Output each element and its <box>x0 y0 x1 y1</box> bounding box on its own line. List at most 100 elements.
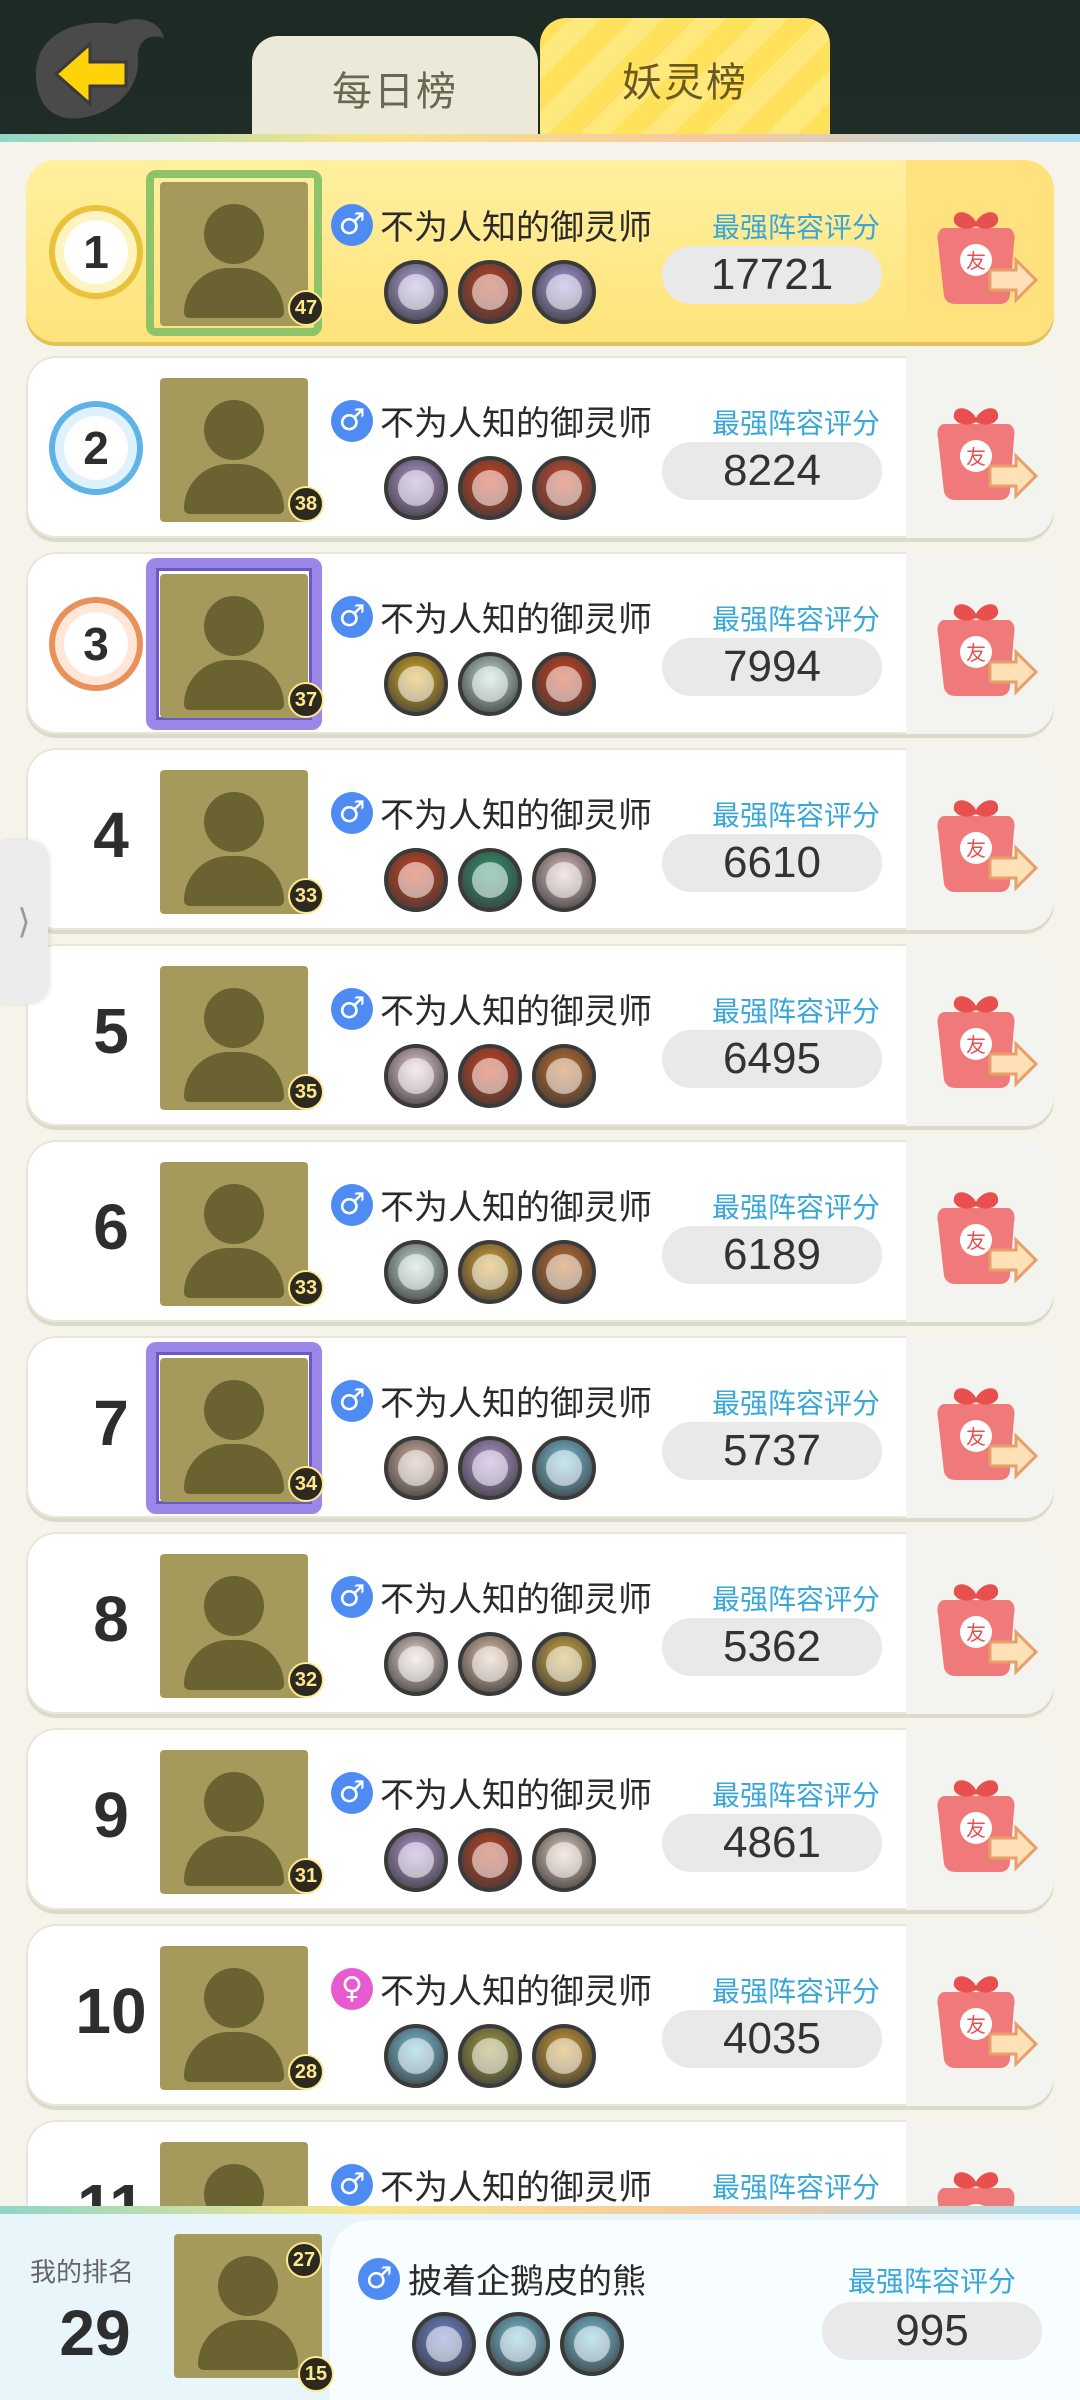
player-avatar[interactable] <box>160 1162 308 1306</box>
rank-row[interactable]: 2 38 ♂ 不为人知的御灵师 最强阵容评分 8224 友 <box>26 356 1054 538</box>
pet-avatar-icon[interactable] <box>384 848 448 912</box>
tab-spirit[interactable]: 妖灵榜 <box>540 18 830 140</box>
rank-row[interactable]: 6 33 ♂ 不为人知的御灵师 最强阵容评分 6189 友 <box>26 1140 1054 1322</box>
pet-avatar-icon[interactable] <box>412 2312 476 2376</box>
pet-avatar-icon[interactable] <box>384 1632 448 1696</box>
pet-avatar-icon[interactable] <box>532 1828 596 1892</box>
player-avatar[interactable] <box>160 1358 308 1502</box>
rank-row[interactable]: 9 31 ♂ 不为人知的御灵师 最强阵容评分 4861 友 <box>26 1728 1054 1910</box>
pet-avatar-icon[interactable] <box>560 2312 624 2376</box>
player-avatar[interactable] <box>160 770 308 914</box>
pet-avatar-icon[interactable] <box>458 1632 522 1696</box>
rank-row[interactable]: 3 37 ♂ 不为人知的御灵师 最强阵容评分 7994 友 <box>26 552 1054 734</box>
side-drawer-handle[interactable]: ⟩ <box>0 840 48 1004</box>
send-gift-button[interactable]: 友 <box>930 2164 1040 2206</box>
player-avatar[interactable] <box>160 1750 308 1894</box>
rank-number: 8 <box>93 1583 129 1655</box>
rank-row[interactable]: 1 47 ♂ 不为人知的御灵师 最强阵容评分 17721 友 <box>26 160 1054 342</box>
pet-avatar-icon[interactable] <box>384 1436 448 1500</box>
pet-avatar-icon[interactable] <box>532 456 596 520</box>
pet-avatar-icon[interactable] <box>458 848 522 912</box>
pet-avatar-icon[interactable] <box>458 2024 522 2088</box>
avatar-body-icon <box>184 464 284 514</box>
rank-row[interactable]: 8 32 ♂ 不为人知的御灵师 最强阵容评分 5362 友 <box>26 1532 1054 1714</box>
pet-lineup <box>384 1044 596 1108</box>
player-avatar[interactable] <box>160 574 308 718</box>
rank-number: 9 <box>93 1779 129 1851</box>
rank-row[interactable]: 5 35 ♂ 不为人知的御灵师 最强阵容评分 6495 友 <box>26 944 1054 1126</box>
player-avatar[interactable] <box>160 2142 308 2206</box>
pet-avatar-icon[interactable] <box>532 1632 596 1696</box>
player-name: 不为人知的御灵师 <box>380 1776 652 1816</box>
send-gift-button[interactable]: 友 <box>930 1576 1040 1676</box>
pet-avatar-icon[interactable] <box>458 260 522 324</box>
pet-avatar-icon[interactable] <box>384 1828 448 1892</box>
send-gift-button[interactable]: 友 <box>930 1772 1040 1872</box>
tab-daily[interactable]: 每日榜 <box>252 36 538 140</box>
send-gift-button[interactable]: 友 <box>930 596 1040 696</box>
pet-lineup <box>384 2024 596 2088</box>
player-avatar[interactable] <box>160 966 308 1110</box>
pet-avatar-icon[interactable] <box>458 1828 522 1892</box>
male-gender-icon: ♂ <box>331 2164 373 2206</box>
score-label: 最强阵容评分 <box>711 211 880 244</box>
avatar-body-icon <box>198 2320 298 2370</box>
score-label: 最强阵容评分 <box>711 1975 880 2008</box>
pet-lineup <box>384 1436 596 1500</box>
svg-text:2: 2 <box>83 422 109 474</box>
send-gift-button[interactable]: 友 <box>930 1968 1040 2068</box>
rank-row[interactable]: 11 ♂不为人知的御灵师 最强阵容评分 友 <box>26 2120 1054 2206</box>
female-gender-icon: ♀ <box>331 1968 373 2010</box>
rank-number: 10 <box>75 1975 147 2047</box>
pet-avatar-icon[interactable] <box>384 2024 448 2088</box>
rank-row[interactable]: 7 34 ♂ 不为人知的御灵师 最强阵容评分 5737 友 <box>26 1336 1054 1518</box>
player-avatar[interactable] <box>160 378 308 522</box>
pet-lineup <box>384 260 596 324</box>
send-gift-button[interactable]: 友 <box>930 792 1040 892</box>
pet-avatar-icon[interactable] <box>486 2312 550 2376</box>
pet-avatar-icon[interactable] <box>458 1044 522 1108</box>
pet-avatar-icon[interactable] <box>384 652 448 716</box>
ranking-list[interactable]: 1 47 ♂ 不为人知的御灵师 最强阵容评分 17721 友 2 38 ♂ 不为人知的御灵师… <box>0 150 1080 2206</box>
pet-avatar-icon[interactable] <box>532 652 596 716</box>
pet-avatar-icon[interactable] <box>532 2024 596 2088</box>
pet-avatar-icon[interactable] <box>532 1044 596 1108</box>
friend-gift-icon: 友 <box>937 800 1039 892</box>
pet-avatar-icon[interactable] <box>532 260 596 324</box>
send-gift-button[interactable]: 友 <box>930 988 1040 1088</box>
my-rank-label: 我的排名 <box>30 2258 135 2288</box>
pet-lineup <box>384 848 596 912</box>
pet-avatar-icon[interactable] <box>458 456 522 520</box>
level-badge: 28 <box>288 2054 324 2090</box>
pet-avatar-icon[interactable] <box>458 1240 522 1304</box>
rank-row[interactable]: 4 33 ♂ 不为人知的御灵师 最强阵容评分 6610 友 <box>26 748 1054 930</box>
player-avatar[interactable] <box>160 182 308 326</box>
avatar-head-icon <box>204 988 264 1048</box>
avatar-head-icon <box>204 1968 264 2028</box>
player-avatar[interactable] <box>160 1554 308 1698</box>
score-value: 4035 <box>662 2010 882 2068</box>
score-label: 最强阵容评分 <box>711 603 880 636</box>
player-name: 不为人知的御灵师 <box>380 2168 652 2206</box>
pet-avatar-icon[interactable] <box>458 652 522 716</box>
score-label: 最强阵容评分 <box>711 799 880 832</box>
send-gift-button[interactable]: 友 <box>930 400 1040 500</box>
player-avatar[interactable] <box>160 1946 308 2090</box>
male-gender-icon: ♂ <box>331 596 373 638</box>
avatar-body-icon <box>184 1248 284 1298</box>
pet-avatar-icon[interactable] <box>384 456 448 520</box>
pet-avatar-icon[interactable] <box>384 1044 448 1108</box>
send-gift-button[interactable]: 友 <box>930 1184 1040 1284</box>
male-gender-icon: ♂ <box>331 792 373 834</box>
pet-avatar-icon[interactable] <box>532 1240 596 1304</box>
send-gift-button[interactable]: 友 <box>930 1380 1040 1480</box>
send-gift-button[interactable]: 友 <box>930 204 1040 304</box>
pet-avatar-icon[interactable] <box>384 260 448 324</box>
pet-avatar-icon[interactable] <box>532 1436 596 1500</box>
rank-row[interactable]: 10 28 ♀ 不为人知的御灵师 最强阵容评分 4035 友 <box>26 1924 1054 2106</box>
pet-avatar-icon[interactable] <box>384 1240 448 1304</box>
pet-avatar-icon[interactable] <box>458 1436 522 1500</box>
pet-avatar-icon[interactable] <box>532 848 596 912</box>
back-button[interactable] <box>26 14 166 126</box>
pet-lineup <box>384 652 596 716</box>
